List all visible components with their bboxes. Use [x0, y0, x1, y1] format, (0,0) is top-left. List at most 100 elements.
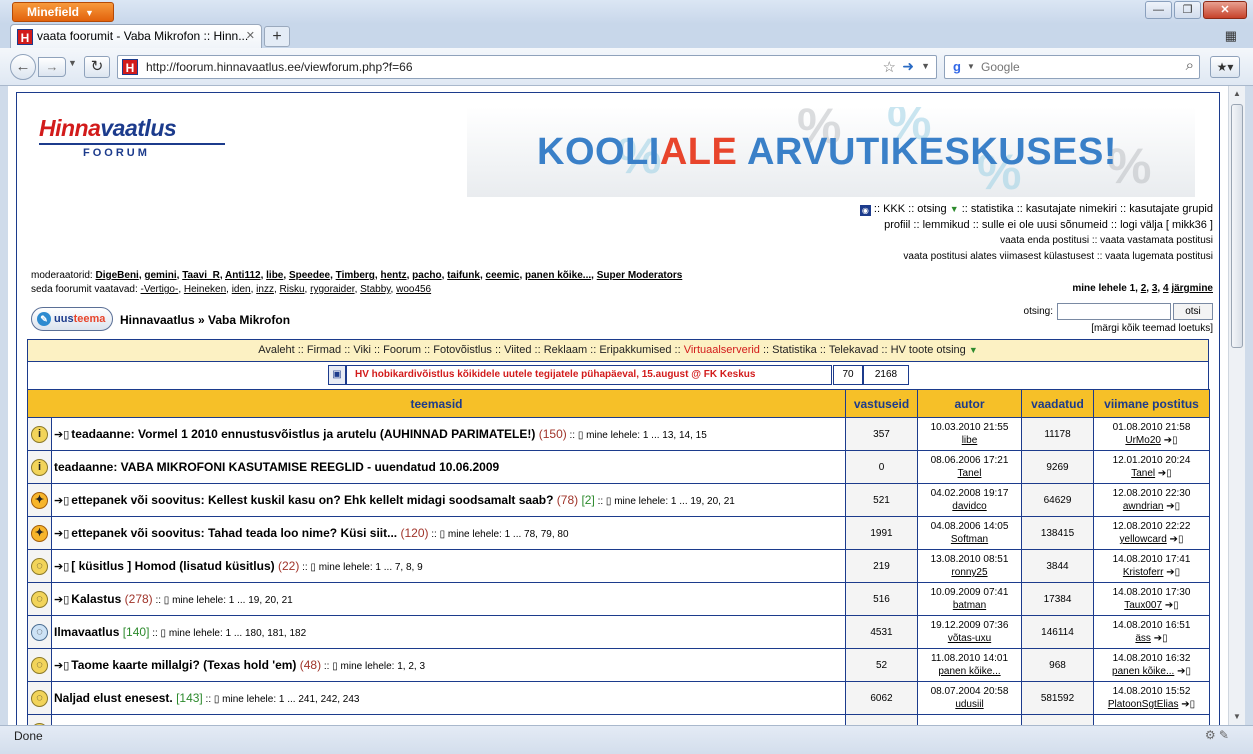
breadcrumb[interactable]: Hinnavaatlus » Vaba Mikrofon	[120, 313, 290, 327]
scroll-up-icon[interactable]: ▲	[1229, 86, 1245, 102]
topic-page-links[interactable]: 1 ... 78, 79, 80	[505, 529, 569, 540]
site-logo[interactable]: Hinnavaatlus FOORUM	[39, 115, 239, 165]
table-row[interactable]: ✦ ➔▯ ettepanek või soovitus: Kellest kuski…	[27, 483, 1210, 517]
moderator-link[interactable]: Speedee	[289, 270, 330, 281]
goto-last-post-icon[interactable]: ➔▯	[1155, 468, 1172, 479]
url-input[interactable]	[146, 59, 846, 75]
topic-title-link[interactable]: Naljad elust enesest.	[54, 691, 173, 705]
viewer-link[interactable]: Stabby	[360, 284, 390, 295]
last-post-author-link[interactable]: Kristoferr	[1123, 567, 1164, 578]
rss-icon[interactable]: ◉	[859, 205, 871, 216]
moderator-link[interactable]: Timberg	[336, 270, 375, 281]
goto-last-post-icon[interactable]: ➔▯	[1163, 501, 1180, 512]
topic-title-link[interactable]: Taome kaarte millalgi? (Texas hold 'em)	[71, 658, 296, 672]
mark-all-read-link[interactable]: [märgi kõik teemad loetuks]	[1024, 323, 1213, 334]
topic-author-link[interactable]: võtas-uxu	[948, 633, 991, 644]
viewer-link[interactable]: woo456	[396, 284, 431, 295]
tab-close-icon[interactable]: ✕	[246, 29, 255, 42]
scroll-down-icon[interactable]: ▼	[1229, 709, 1245, 725]
newest-post-icon[interactable]: ➔▯	[54, 429, 69, 441]
last-post-author-link[interactable]: Taux007	[1124, 600, 1162, 611]
goto-last-post-icon[interactable]: ➔▯	[1174, 666, 1191, 677]
goto-last-post-icon[interactable]: ➔▯	[1162, 600, 1179, 611]
topic-author-link[interactable]: libe	[962, 435, 978, 446]
table-row[interactable]: ✦ ➔▯ ettepanek või soovitus: Tahad teada l…	[27, 516, 1210, 550]
last-post-author-link[interactable]: PlatoonSgtElias	[1108, 699, 1179, 710]
topic-page-links[interactable]: 1 ... 7, 8, 9	[375, 562, 422, 573]
last-post-author-link[interactable]: panen kõike...	[1112, 666, 1174, 677]
goto-last-post-icon[interactable]: ➔▯	[1163, 567, 1180, 578]
forward-button[interactable]: →	[38, 57, 66, 77]
newest-post-icon[interactable]: ➔▯	[54, 528, 69, 540]
moderator-link[interactable]: DigeBeni	[95, 270, 138, 281]
browser-tab[interactable]: H vaata foorumit - Vaba Mikrofon :: Hinn…	[10, 24, 262, 48]
moderator-link[interactable]: gemini	[144, 270, 176, 281]
google-engine-icon[interactable]: g	[949, 59, 965, 75]
ad-banner[interactable]: % % % % % KOOLIALE ARVUTIKESKUSES!	[467, 107, 1195, 197]
pagination-next-link[interactable]: järgmine	[1171, 283, 1213, 294]
viewer-link[interactable]: inzz	[256, 284, 274, 295]
newest-post-icon[interactable]: ➔▯	[54, 594, 69, 606]
topic-page-links[interactable]: 1 ... 19, 20, 21	[671, 496, 735, 507]
status-addon-icons[interactable]: ⚙ ✎	[1205, 728, 1229, 742]
moderator-link[interactable]: Super Moderators	[597, 270, 683, 281]
topic-author-link[interactable]: ronny25	[951, 567, 987, 578]
topic-title-link[interactable]: teadaanne: VABA MIKROFONI KASUTAMISE REE…	[54, 460, 499, 474]
moderator-link[interactable]: hentz	[380, 270, 406, 281]
topic-page-links[interactable]: 1 ... 19, 20, 21	[229, 595, 293, 606]
moderator-link[interactable]: panen kõike...	[525, 270, 591, 281]
topic-page-links[interactable]: 1 ... 180, 181, 182	[226, 628, 307, 639]
topic-title-link[interactable]: [ küsitlus ] Homod (lisatud küsitlus)	[71, 559, 274, 573]
table-row[interactable]: i teadaanne: VABA MIKROFONI KASUTAMISE RE…	[27, 450, 1210, 484]
table-row[interactable]: ◌ 28.03.2004 17:48 14.08.2010 15:24	[27, 714, 1210, 725]
moderator-link[interactable]: Anti112	[225, 270, 261, 281]
sponsored-topic-title[interactable]: HV hobikardivõistlus kõikidele uutele te…	[346, 365, 832, 385]
table-row[interactable]: ◌ ➔▯ Kalastus (278) :: ▯ mine lehele: 1 ..…	[27, 582, 1210, 616]
reload-button[interactable]: ↻	[84, 56, 110, 78]
vertical-scrollbar[interactable]: ▲ ▼	[1228, 86, 1245, 725]
topic-author-link[interactable]: panen kõike...	[938, 666, 1000, 677]
last-post-author-link[interactable]: awndrian	[1123, 501, 1164, 512]
minimize-button[interactable]: —	[1145, 1, 1172, 19]
url-dropdown-icon[interactable]: ▼	[921, 61, 930, 71]
top-links-row-2[interactable]: profiil :: lemmikud :: sulle ei ole uusi…	[860, 217, 1213, 233]
table-row[interactable]: ◌ Ilmavaatlus [140] :: ▯ mine lehele: 1 .…	[27, 615, 1210, 649]
link-statistics-users-groups[interactable]: :: statistika :: kasutajate nimekiri :: …	[959, 203, 1213, 215]
viewer-link[interactable]: rygoraider	[310, 284, 354, 295]
topic-page-links[interactable]: 1 ... 241, 242, 243	[279, 694, 360, 705]
go-arrow-icon[interactable]: ➜	[902, 58, 914, 75]
topic-title-link[interactable]: ettepanek või soovitus: Kellest kuskil k…	[71, 493, 553, 507]
page-link[interactable]: 4	[1163, 283, 1169, 294]
topic-title-link[interactable]: Kalastus	[71, 592, 121, 606]
moderator-link[interactable]: libe	[266, 270, 283, 281]
newest-post-icon[interactable]: ➔▯	[54, 495, 69, 507]
topic-author-link[interactable]: udusiil	[955, 699, 983, 710]
goto-last-post-icon[interactable]: ➔▯	[1167, 534, 1184, 545]
url-bar[interactable]: H ☆ ➜ ▼	[117, 55, 937, 79]
bookmarks-button[interactable]: ★▾	[1210, 56, 1240, 78]
tab-list-icon[interactable]: ▦	[1225, 28, 1237, 44]
history-dropdown-icon[interactable]: ▼	[68, 58, 77, 68]
back-button[interactable]: ←	[10, 54, 36, 80]
scrollbar-thumb[interactable]	[1231, 104, 1243, 348]
newest-post-icon[interactable]: ➔▯	[54, 660, 69, 672]
search-bar[interactable]: g ▼ ⌕	[944, 55, 1200, 79]
search-icon[interactable]: ⌕	[1186, 57, 1194, 74]
topic-author-link[interactable]: davidco	[952, 501, 986, 512]
top-links-row-3[interactable]: vaata enda postitusi :: vaata vastamata …	[860, 233, 1213, 249]
engine-dropdown-icon[interactable]: ▼	[967, 62, 975, 71]
viewer-link[interactable]: Heineken	[184, 284, 226, 295]
goto-last-post-icon[interactable]: ➔▯	[1178, 699, 1195, 710]
goto-last-post-icon[interactable]: ➔▯	[1151, 633, 1168, 644]
top-links-row-4[interactable]: vaata postitusi alates viimasest külastu…	[860, 249, 1213, 265]
goto-last-post-icon[interactable]: ➔▯	[1161, 435, 1178, 446]
maximize-button[interactable]: ❐	[1174, 1, 1201, 19]
moderator-link[interactable]: pacho	[412, 270, 441, 281]
forum-search-button[interactable]: otsi	[1173, 303, 1213, 320]
topic-page-links[interactable]: 1, 2, 3	[397, 661, 425, 672]
topic-title-link[interactable]: teadaanne: Vormel 1 2010 ennustusvõistlu…	[71, 427, 535, 441]
site-nav-links-tail[interactable]: :: Statistika :: Telekavad :: HV toote o…	[760, 344, 966, 356]
new-tab-button[interactable]: +	[264, 26, 290, 47]
last-post-author-link[interactable]: äss	[1135, 633, 1151, 644]
link-kkk-otsing[interactable]: :: KKK :: otsing	[874, 203, 947, 215]
